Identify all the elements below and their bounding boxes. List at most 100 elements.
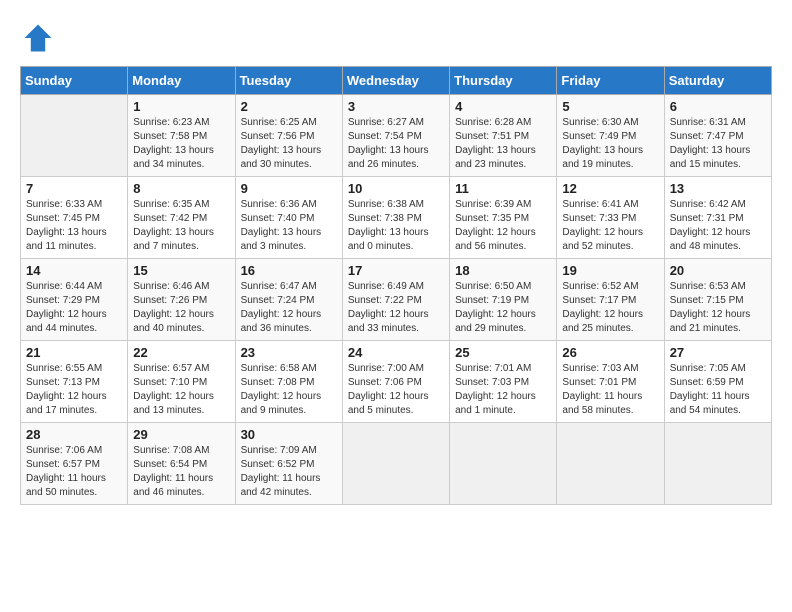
day-info: Sunrise: 6:53 AMSunset: 7:15 PMDaylight:… xyxy=(670,280,766,336)
day-number: 15 xyxy=(133,263,229,278)
calendar-cell: 17 Sunrise: 6:49 AMSunset: 7:22 PMDayligh… xyxy=(342,259,449,341)
calendar-cell: 13 Sunrise: 6:42 AMSunset: 7:31 PMDayligh… xyxy=(664,177,771,259)
day-info: Sunrise: 6:41 AMSunset: 7:33 PMDaylight:… xyxy=(562,198,658,254)
day-number: 8 xyxy=(133,181,229,196)
calendar-cell: 12 Sunrise: 6:41 AMSunset: 7:33 PMDayligh… xyxy=(557,177,664,259)
weekday-header: Sunday xyxy=(21,67,128,95)
day-number: 11 xyxy=(455,181,551,196)
day-info: Sunrise: 6:49 AMSunset: 7:22 PMDaylight:… xyxy=(348,280,444,336)
day-info: Sunrise: 6:57 AMSunset: 7:10 PMDaylight:… xyxy=(133,362,229,418)
day-info: Sunrise: 7:09 AMSunset: 6:52 PMDaylight:… xyxy=(241,444,337,500)
day-number: 6 xyxy=(670,99,766,114)
day-number: 5 xyxy=(562,99,658,114)
calendar-cell: 3Sunrise: 6:27 AMSunset: 7:54 PMDaylight… xyxy=(342,95,449,177)
calendar-cell: 15 Sunrise: 6:46 AMSunset: 7:26 PMDayligh… xyxy=(128,259,235,341)
calendar-cell: 8 Sunrise: 6:35 AMSunset: 7:42 PMDaylight… xyxy=(128,177,235,259)
calendar-cell: 27 Sunrise: 7:05 AMSunset: 6:59 PMDayligh… xyxy=(664,341,771,423)
day-info: Sunrise: 7:06 AMSunset: 6:57 PMDaylight:… xyxy=(26,444,122,500)
calendar-cell: 30 Sunrise: 7:09 AMSunset: 6:52 PMDayligh… xyxy=(235,423,342,505)
day-info: Sunrise: 6:23 AMSunset: 7:58 PMDaylight:… xyxy=(133,116,229,172)
weekday-header: Saturday xyxy=(664,67,771,95)
day-number: 9 xyxy=(241,181,337,196)
calendar-cell: 25 Sunrise: 7:01 AMSunset: 7:03 PMDayligh… xyxy=(450,341,557,423)
calendar-cell: 11Sunrise: 6:39 AMSunset: 7:35 PMDayligh… xyxy=(450,177,557,259)
calendar-cell: 5 Sunrise: 6:30 AMSunset: 7:49 PMDaylight… xyxy=(557,95,664,177)
day-number: 29 xyxy=(133,427,229,442)
calendar-cell: 7 Sunrise: 6:33 AMSunset: 7:45 PMDaylight… xyxy=(21,177,128,259)
calendar-cell: 26 Sunrise: 7:03 AMSunset: 7:01 PMDayligh… xyxy=(557,341,664,423)
day-number: 19 xyxy=(562,263,658,278)
day-number: 1 xyxy=(133,99,229,114)
day-info: Sunrise: 7:01 AMSunset: 7:03 PMDaylight:… xyxy=(455,362,551,418)
weekday-header: Monday xyxy=(128,67,235,95)
calendar-cell xyxy=(342,423,449,505)
page-header xyxy=(20,20,772,56)
day-number: 10 xyxy=(348,181,444,196)
weekday-header: Tuesday xyxy=(235,67,342,95)
logo xyxy=(20,20,60,56)
day-info: Sunrise: 6:55 AMSunset: 7:13 PMDaylight:… xyxy=(26,362,122,418)
day-number: 13 xyxy=(670,181,766,196)
calendar-cell: 21 Sunrise: 6:55 AMSunset: 7:13 PMDayligh… xyxy=(21,341,128,423)
day-info: Sunrise: 6:28 AMSunset: 7:51 PMDaylight:… xyxy=(455,116,551,172)
day-info: Sunrise: 6:52 AMSunset: 7:17 PMDaylight:… xyxy=(562,280,658,336)
day-info: Sunrise: 7:00 AMSunset: 7:06 PMDaylight:… xyxy=(348,362,444,418)
day-info: Sunrise: 6:36 AMSunset: 7:40 PMDaylight:… xyxy=(241,198,337,254)
day-info: Sunrise: 6:38 AMSunset: 7:38 PMDaylight:… xyxy=(348,198,444,254)
day-info: Sunrise: 6:44 AMSunset: 7:29 PMDaylight:… xyxy=(26,280,122,336)
day-info: Sunrise: 7:05 AMSunset: 6:59 PMDaylight:… xyxy=(670,362,766,418)
day-info: Sunrise: 6:31 AMSunset: 7:47 PMDaylight:… xyxy=(670,116,766,172)
day-info: Sunrise: 6:33 AMSunset: 7:45 PMDaylight:… xyxy=(26,198,122,254)
day-number: 25 xyxy=(455,345,551,360)
day-number: 17 xyxy=(348,263,444,278)
day-number: 26 xyxy=(562,345,658,360)
day-info: Sunrise: 6:27 AMSunset: 7:54 PMDaylight:… xyxy=(348,116,444,172)
day-info: Sunrise: 6:25 AMSunset: 7:56 PMDaylight:… xyxy=(241,116,337,172)
day-info: Sunrise: 7:03 AMSunset: 7:01 PMDaylight:… xyxy=(562,362,658,418)
day-info: Sunrise: 6:35 AMSunset: 7:42 PMDaylight:… xyxy=(133,198,229,254)
day-number: 14 xyxy=(26,263,122,278)
weekday-header: Thursday xyxy=(450,67,557,95)
day-number: 27 xyxy=(670,345,766,360)
day-number: 4 xyxy=(455,99,551,114)
calendar-cell: 22 Sunrise: 6:57 AMSunset: 7:10 PMDayligh… xyxy=(128,341,235,423)
weekday-header: Friday xyxy=(557,67,664,95)
calendar-cell: 14 Sunrise: 6:44 AMSunset: 7:29 PMDayligh… xyxy=(21,259,128,341)
calendar-cell: 28 Sunrise: 7:06 AMSunset: 6:57 PMDayligh… xyxy=(21,423,128,505)
day-number: 7 xyxy=(26,181,122,196)
calendar-table: SundayMondayTuesdayWednesdayThursdayFrid… xyxy=(20,66,772,505)
calendar-cell: 1 Sunrise: 6:23 AMSunset: 7:58 PMDaylight… xyxy=(128,95,235,177)
day-info: Sunrise: 6:50 AMSunset: 7:19 PMDaylight:… xyxy=(455,280,551,336)
calendar-cell xyxy=(557,423,664,505)
day-number: 21 xyxy=(26,345,122,360)
day-number: 16 xyxy=(241,263,337,278)
day-number: 22 xyxy=(133,345,229,360)
day-info: Sunrise: 6:30 AMSunset: 7:49 PMDaylight:… xyxy=(562,116,658,172)
calendar-cell: 23 Sunrise: 6:58 AMSunset: 7:08 PMDayligh… xyxy=(235,341,342,423)
day-info: Sunrise: 6:58 AMSunset: 7:08 PMDaylight:… xyxy=(241,362,337,418)
calendar-cell xyxy=(450,423,557,505)
calendar-cell xyxy=(21,95,128,177)
calendar-cell: 24Sunrise: 7:00 AMSunset: 7:06 PMDayligh… xyxy=(342,341,449,423)
calendar-cell: 20 Sunrise: 6:53 AMSunset: 7:15 PMDayligh… xyxy=(664,259,771,341)
calendar-cell: 6 Sunrise: 6:31 AMSunset: 7:47 PMDaylight… xyxy=(664,95,771,177)
day-number: 2 xyxy=(241,99,337,114)
day-info: Sunrise: 6:46 AMSunset: 7:26 PMDaylight:… xyxy=(133,280,229,336)
calendar-cell: 18 Sunrise: 6:50 AMSunset: 7:19 PMDayligh… xyxy=(450,259,557,341)
calendar-cell: 10 Sunrise: 6:38 AMSunset: 7:38 PMDayligh… xyxy=(342,177,449,259)
weekday-header: Wednesday xyxy=(342,67,449,95)
day-number: 23 xyxy=(241,345,337,360)
day-info: Sunrise: 6:42 AMSunset: 7:31 PMDaylight:… xyxy=(670,198,766,254)
day-info: Sunrise: 6:47 AMSunset: 7:24 PMDaylight:… xyxy=(241,280,337,336)
calendar-cell: 2 Sunrise: 6:25 AMSunset: 7:56 PMDaylight… xyxy=(235,95,342,177)
calendar-cell: 9 Sunrise: 6:36 AMSunset: 7:40 PMDaylight… xyxy=(235,177,342,259)
day-number: 12 xyxy=(562,181,658,196)
day-number: 20 xyxy=(670,263,766,278)
day-number: 28 xyxy=(26,427,122,442)
calendar-cell: 16 Sunrise: 6:47 AMSunset: 7:24 PMDayligh… xyxy=(235,259,342,341)
logo-icon xyxy=(20,20,56,56)
day-number: 30 xyxy=(241,427,337,442)
day-number: 18 xyxy=(455,263,551,278)
calendar-cell: 19 Sunrise: 6:52 AMSunset: 7:17 PMDayligh… xyxy=(557,259,664,341)
day-info: Sunrise: 7:08 AMSunset: 6:54 PMDaylight:… xyxy=(133,444,229,500)
